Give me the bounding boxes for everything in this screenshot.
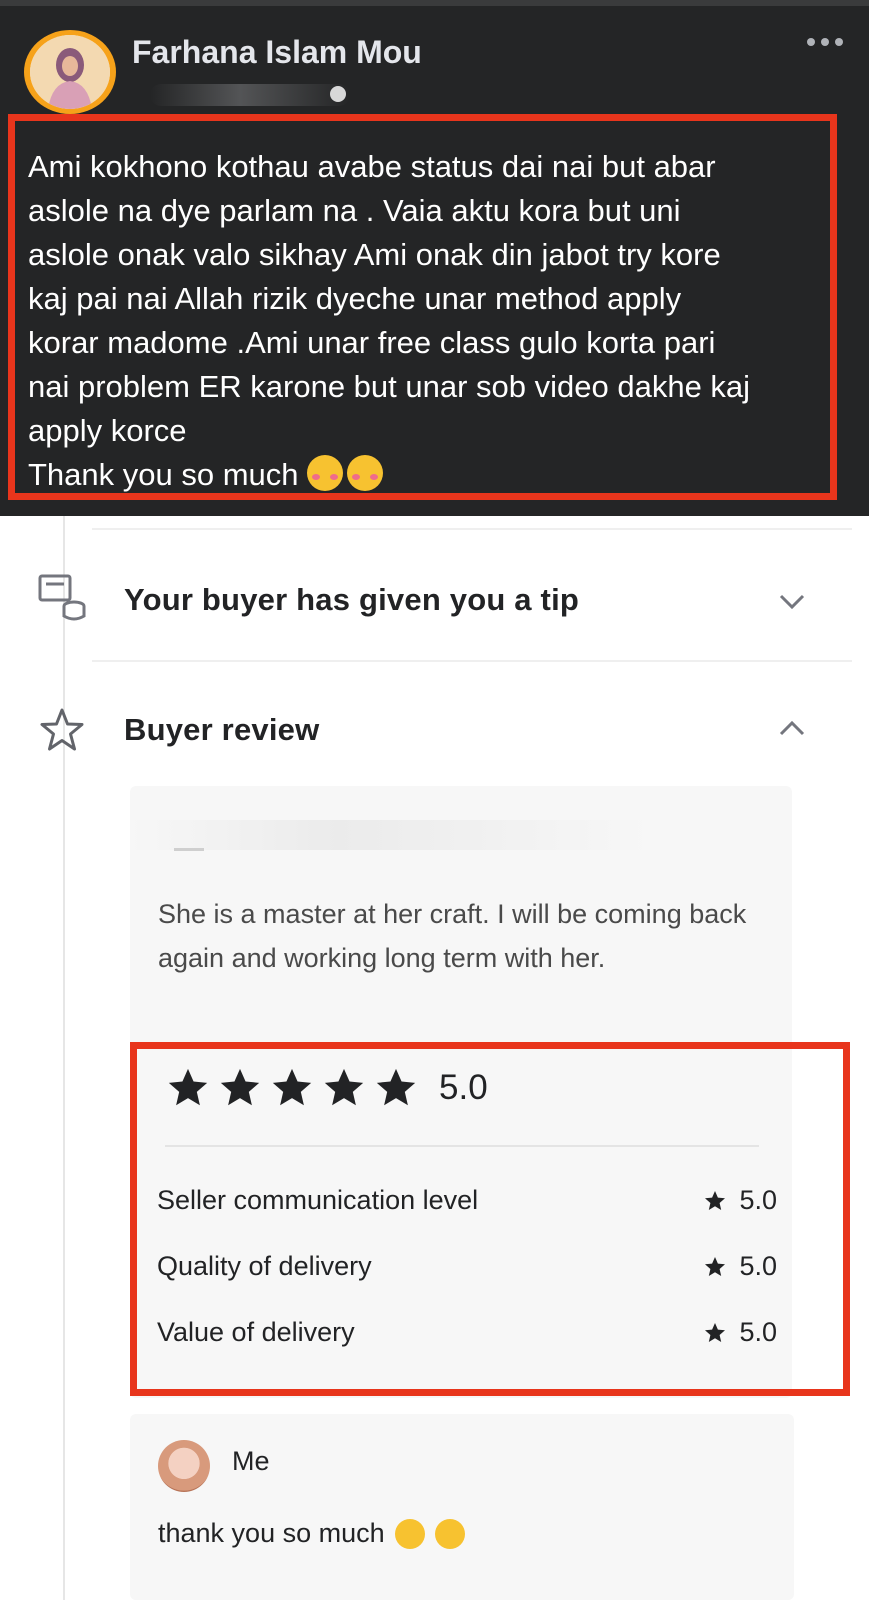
divider xyxy=(92,660,852,662)
sub-rating-row: Quality of delivery 5.0 xyxy=(157,1251,777,1291)
blurred-meta xyxy=(150,84,350,106)
blurred-detail xyxy=(174,848,204,851)
star-filled-icon xyxy=(705,1190,726,1210)
reply-text: thank you so much xyxy=(158,1518,385,1548)
reply-author: Me xyxy=(232,1446,270,1476)
star-filled-icon xyxy=(220,1068,260,1106)
smile-emoji-icon xyxy=(434,1518,465,1549)
smile-emoji-icon xyxy=(394,1518,425,1549)
thanks-text: Thank you so much xyxy=(28,457,299,492)
tip-icon xyxy=(38,574,86,621)
post-line: apply korce xyxy=(28,413,187,448)
sub-rating-score: 5.0 xyxy=(703,1317,777,1348)
chevron-down-icon[interactable] xyxy=(777,586,807,616)
overall-rating: 5.0 xyxy=(165,1065,488,1111)
post-text-highlight: Ami kokhono kothau avabe status dai nai … xyxy=(8,114,837,500)
seller-reply-card xyxy=(130,1414,794,1600)
post-line: kaj pai nai Allah rizik dyeche unar meth… xyxy=(28,281,682,316)
review-text: She is a master at her craft. I will be … xyxy=(158,899,747,973)
sub-rating-score: 5.0 xyxy=(703,1185,777,1216)
star-filled-icon xyxy=(168,1068,208,1106)
avatar-image xyxy=(30,35,110,109)
sub-rating-score: 5.0 xyxy=(703,1251,777,1282)
buyer-review-label: Buyer review xyxy=(124,712,320,747)
post-line: aslole onak valo sikhay Ami onak din jab… xyxy=(28,237,721,272)
divider xyxy=(92,528,852,530)
author-avatar[interactable] xyxy=(24,30,116,114)
privacy-icon xyxy=(330,86,346,102)
post-thanks-line: Thank you so much xyxy=(28,453,830,497)
smiling-blush-emoji-icon xyxy=(307,455,344,491)
more-options-icon[interactable] xyxy=(807,38,843,46)
overall-score: 5.0 xyxy=(439,1068,488,1107)
timeline-line xyxy=(63,516,65,1600)
post-line: korar madome .Ami unar free class gulo k… xyxy=(28,325,716,360)
score-value: 5.0 xyxy=(739,1185,777,1215)
star-filled-icon xyxy=(705,1256,726,1276)
sub-rating-label: Quality of delivery xyxy=(157,1251,372,1281)
score-value: 5.0 xyxy=(739,1251,777,1281)
divider xyxy=(165,1145,759,1147)
smiling-blush-emoji-icon xyxy=(347,455,384,491)
post-line: Ami kokhono kothau avabe status dai nai … xyxy=(28,149,716,184)
tip-row[interactable]: Your buyer has given you a tip xyxy=(0,570,869,630)
post-line: aslole na dye parlam na . Vaia aktu kora… xyxy=(28,193,681,228)
blurred-reviewer-name xyxy=(130,820,650,850)
sub-rating-label: Seller communication level xyxy=(157,1185,479,1215)
facebook-post: Farhana Islam Mou Ami kokhono kothau ava… xyxy=(0,0,869,516)
score-value: 5.0 xyxy=(739,1317,777,1347)
seller-avatar xyxy=(158,1440,210,1492)
rating-highlight-box: 5.0 Seller communication level 5.0 Quali… xyxy=(130,1042,850,1396)
reply-text-row: thank you so much xyxy=(158,1518,465,1549)
star-filled-icon xyxy=(272,1068,312,1106)
star-filled-icon xyxy=(376,1068,416,1106)
tip-label: Your buyer has given you a tip xyxy=(124,582,580,617)
chevron-up-icon[interactable] xyxy=(777,714,807,744)
star-outline-icon xyxy=(40,708,84,751)
star-filled-icon xyxy=(705,1322,726,1342)
star-filled-icon xyxy=(324,1068,364,1106)
top-divider xyxy=(0,0,869,6)
author-name[interactable]: Farhana Islam Mou xyxy=(132,34,422,71)
post-line: nai problem ER karone but unar sob video… xyxy=(28,369,751,404)
buyer-review-row[interactable]: Buyer review xyxy=(0,700,869,760)
sub-rating-row: Value of delivery 5.0 xyxy=(157,1317,777,1357)
sub-rating-row: Seller communication level 5.0 xyxy=(157,1185,777,1225)
sub-rating-label: Value of delivery xyxy=(157,1317,355,1347)
